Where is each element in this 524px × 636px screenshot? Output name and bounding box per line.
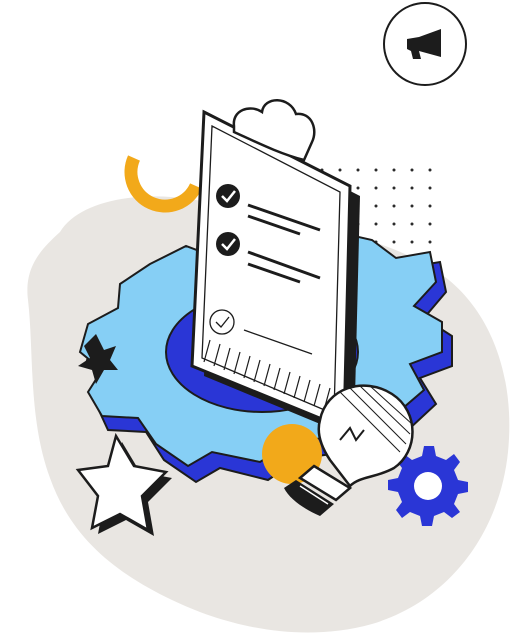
check-icon	[216, 184, 240, 208]
check-icon	[216, 232, 240, 256]
announcement-button[interactable]	[383, 2, 467, 86]
megaphone-icon	[407, 29, 441, 59]
illustration-canvas	[0, 0, 524, 636]
illustration-svg	[27, 99, 510, 633]
